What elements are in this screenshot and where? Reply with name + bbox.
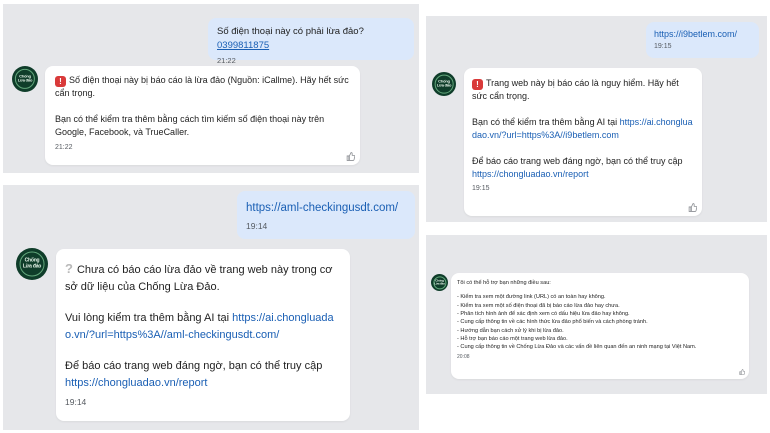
message-time: 21:22	[217, 55, 236, 65]
list-item: - Cung cấp thông tin về Chống Lừa Đảo và…	[457, 344, 697, 351]
bot-message-line1: Chưa có báo cáo lừa đảo về trang web này…	[65, 264, 333, 294]
bot-message-line3: Để báo cáo trang web đáng ngờ, bạn có th…	[65, 360, 323, 373]
bot-avatar: Chống Lừa đảo	[431, 274, 448, 291]
list-item: - Phân tích hình ảnh để xác định xem có …	[457, 310, 630, 317]
warning-icon: !	[55, 76, 66, 87]
user-message: Số điện thoại này có phải lừa đảo? 03998…	[208, 18, 414, 65]
list-item: - Kiểm tra xem một số điện thoại đã bị b…	[457, 302, 620, 309]
avatar-label: Chống Lừa đảo	[22, 257, 42, 269]
list-item: - Hướng dẫn bạn cách xử lý khi bị lừa đả…	[457, 327, 564, 334]
user-message: https://aml-checkingusdt.com/ 19:14	[237, 191, 415, 239]
url-link[interactable]: https://aml-checkingusdt.com/	[246, 200, 406, 217]
bot-message: ? Chưa có báo cáo lừa đảo về trang web nà…	[56, 249, 350, 421]
question-icon: ?	[65, 261, 73, 276]
user-message: https://i9betlem.com/ 19:15	[646, 22, 759, 58]
report-link[interactable]: https://chongluadao.vn/report	[65, 377, 207, 389]
list-item: - Kiểm tra xem một đường link (URL) có a…	[457, 294, 606, 301]
bot-message-line3: Để báo cáo trang web đáng ngờ, bạn có th…	[472, 156, 683, 167]
avatar-label: Chống Lừa đảo	[17, 73, 33, 83]
chat-panel-phone-check: Số điện thoại này có phải lừa đảo? 03998…	[3, 4, 419, 173]
chat-panel-capabilities: Chống Lừa đảo Tôi có thể hỗ trợ bạn nhữn…	[426, 235, 767, 394]
phone-number-link[interactable]: 0399811875	[217, 40, 269, 51]
report-link[interactable]: https://chongluadao.vn/report	[472, 169, 589, 179]
message-time: 19:15	[654, 43, 672, 51]
warning-icon: !	[472, 79, 483, 90]
bot-avatar: Chống Lừa đảo	[432, 72, 456, 96]
avatar-label: Chống Lừa đảo	[434, 278, 445, 286]
bot-message-line2: Bạn có thể kiểm tra thêm bằng AI tại	[472, 117, 620, 128]
bot-avatar: Chống Lừa đảo	[12, 66, 38, 92]
chat-panel-website-dangerous: https://i9betlem.com/ 19:15 Chống Lừa đả…	[426, 16, 767, 222]
bot-message-line1: Số điện thoại này bị báo cáo là lừa đảo …	[55, 75, 349, 99]
bot-avatar: Chống Lừa đảo	[16, 248, 48, 280]
list-item: - Cung cấp thông tin về các hình thức lừ…	[457, 319, 648, 326]
message-time: 19:15	[472, 185, 490, 193]
message-time: 21:22	[55, 144, 73, 152]
chat-panel-website-unknown: https://aml-checkingusdt.com/ 19:14 Chốn…	[3, 185, 419, 430]
avatar-label: Chống Lừa đảo	[436, 78, 452, 88]
message-time: 19:14	[246, 220, 268, 231]
message-time: 19:14	[65, 397, 87, 408]
list-item: - Hỗ trợ bạn báo cáo một trang web lừa đ…	[457, 336, 568, 343]
url-link[interactable]: https://i9betlem.com/	[654, 28, 751, 41]
bot-message-line2: Vui lòng kiểm tra thêm bằng AI tại	[65, 312, 233, 325]
thumbs-up-icon[interactable]	[688, 203, 697, 212]
capabilities-intro: Tôi có thể hỗ trợ bạn những điều sau:	[457, 280, 551, 286]
bot-message-line1: Trang web này bị báo cáo là nguy hiểm. H…	[472, 78, 679, 102]
bot-message: ! Trang web này bị báo cáo là nguy hiểm. …	[464, 68, 702, 216]
user-message-text: Số điện thoại này có phải lừa đảo?	[217, 26, 364, 37]
thumbs-up-icon[interactable]	[739, 369, 745, 375]
thumbs-up-icon[interactable]	[346, 152, 355, 161]
capabilities-list: - Kiểm tra xem một đường link (URL) có a…	[457, 293, 743, 352]
bot-message: Tôi có thể hỗ trợ bạn những điều sau: - …	[451, 273, 749, 379]
bot-message-line2: Bạn có thể kiểm tra thêm bằng cách tìm k…	[55, 114, 325, 138]
bot-message: ! Số điện thoại này bị báo cáo là lừa đảo…	[45, 66, 360, 165]
message-time: 20:08	[457, 353, 470, 360]
